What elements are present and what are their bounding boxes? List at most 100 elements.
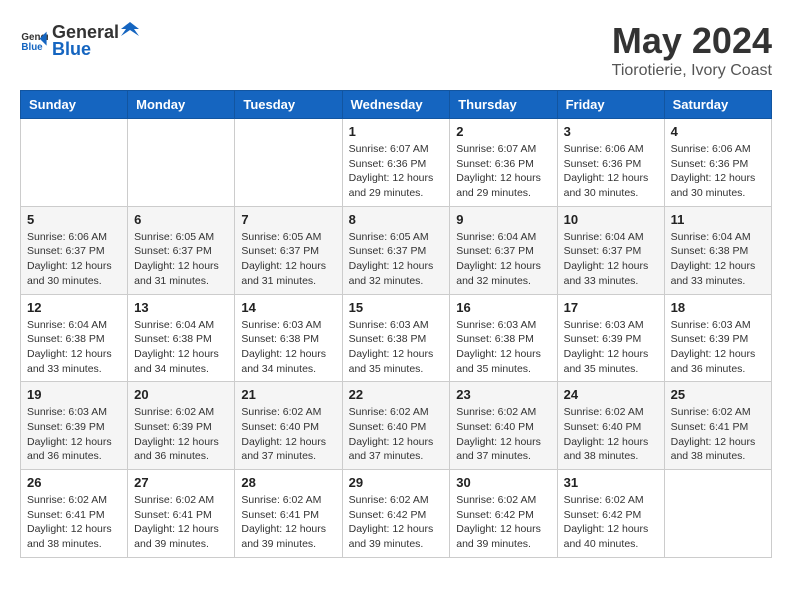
cell-info: Sunrise: 6:04 AMSunset: 6:37 PMDaylight:… [564, 230, 658, 289]
day-number: 11 [671, 212, 765, 227]
cell-info: Sunrise: 6:02 AMSunset: 6:40 PMDaylight:… [241, 405, 335, 464]
day-number: 22 [349, 387, 444, 402]
day-number: 13 [134, 300, 228, 315]
header-tuesday: Tuesday [235, 91, 342, 119]
cell-info: Sunrise: 6:06 AMSunset: 6:36 PMDaylight:… [564, 142, 658, 201]
table-row: 17 Sunrise: 6:03 AMSunset: 6:39 PMDaylig… [557, 294, 664, 382]
table-row: 25 Sunrise: 6:02 AMSunset: 6:41 PMDaylig… [664, 382, 771, 470]
table-row: 23 Sunrise: 6:02 AMSunset: 6:40 PMDaylig… [450, 382, 557, 470]
table-row [128, 119, 235, 207]
cell-info: Sunrise: 6:05 AMSunset: 6:37 PMDaylight:… [134, 230, 228, 289]
table-row: 20 Sunrise: 6:02 AMSunset: 6:39 PMDaylig… [128, 382, 235, 470]
table-row: 5 Sunrise: 6:06 AMSunset: 6:37 PMDayligh… [21, 206, 128, 294]
cell-info: Sunrise: 6:05 AMSunset: 6:37 PMDaylight:… [241, 230, 335, 289]
cell-info: Sunrise: 6:02 AMSunset: 6:40 PMDaylight:… [349, 405, 444, 464]
day-number: 2 [456, 124, 550, 139]
day-number: 1 [349, 124, 444, 139]
table-row [664, 470, 771, 558]
cell-info: Sunrise: 6:02 AMSunset: 6:40 PMDaylight:… [456, 405, 550, 464]
day-number: 18 [671, 300, 765, 315]
table-row: 21 Sunrise: 6:02 AMSunset: 6:40 PMDaylig… [235, 382, 342, 470]
cell-info: Sunrise: 6:02 AMSunset: 6:40 PMDaylight:… [564, 405, 658, 464]
day-number: 27 [134, 475, 228, 490]
cell-info: Sunrise: 6:04 AMSunset: 6:38 PMDaylight:… [134, 318, 228, 377]
cell-info: Sunrise: 6:06 AMSunset: 6:37 PMDaylight:… [27, 230, 121, 289]
day-number: 30 [456, 475, 550, 490]
day-number: 26 [27, 475, 121, 490]
calendar-table: Sunday Monday Tuesday Wednesday Thursday… [20, 90, 772, 558]
day-number: 10 [564, 212, 658, 227]
calendar-week-row: 12 Sunrise: 6:04 AMSunset: 6:38 PMDaylig… [21, 294, 772, 382]
cell-info: Sunrise: 6:02 AMSunset: 6:41 PMDaylight:… [134, 493, 228, 552]
day-number: 15 [349, 300, 444, 315]
calendar-week-row: 5 Sunrise: 6:06 AMSunset: 6:37 PMDayligh… [21, 206, 772, 294]
cell-info: Sunrise: 6:02 AMSunset: 6:42 PMDaylight:… [564, 493, 658, 552]
table-row [21, 119, 128, 207]
table-row: 19 Sunrise: 6:03 AMSunset: 6:39 PMDaylig… [21, 382, 128, 470]
table-row: 18 Sunrise: 6:03 AMSunset: 6:39 PMDaylig… [664, 294, 771, 382]
table-row: 26 Sunrise: 6:02 AMSunset: 6:41 PMDaylig… [21, 470, 128, 558]
table-row: 15 Sunrise: 6:03 AMSunset: 6:38 PMDaylig… [342, 294, 450, 382]
header-saturday: Saturday [664, 91, 771, 119]
day-number: 6 [134, 212, 228, 227]
cell-info: Sunrise: 6:02 AMSunset: 6:41 PMDaylight:… [241, 493, 335, 552]
cell-info: Sunrise: 6:05 AMSunset: 6:37 PMDaylight:… [349, 230, 444, 289]
cell-info: Sunrise: 6:06 AMSunset: 6:36 PMDaylight:… [671, 142, 765, 201]
calendar-header-row: Sunday Monday Tuesday Wednesday Thursday… [21, 91, 772, 119]
day-number: 8 [349, 212, 444, 227]
cell-info: Sunrise: 6:07 AMSunset: 6:36 PMDaylight:… [456, 142, 550, 201]
day-number: 3 [564, 124, 658, 139]
page-header: General Blue General Blue May 2024 Tioro… [20, 20, 772, 80]
header-wednesday: Wednesday [342, 91, 450, 119]
day-number: 29 [349, 475, 444, 490]
month-title: May 2024 [612, 20, 772, 62]
table-row: 27 Sunrise: 6:02 AMSunset: 6:41 PMDaylig… [128, 470, 235, 558]
logo-icon: General Blue [20, 26, 48, 54]
cell-info: Sunrise: 6:03 AMSunset: 6:38 PMDaylight:… [456, 318, 550, 377]
header-sunday: Sunday [21, 91, 128, 119]
table-row: 16 Sunrise: 6:03 AMSunset: 6:38 PMDaylig… [450, 294, 557, 382]
cell-info: Sunrise: 6:04 AMSunset: 6:37 PMDaylight:… [456, 230, 550, 289]
table-row: 2 Sunrise: 6:07 AMSunset: 6:36 PMDayligh… [450, 119, 557, 207]
location-title: Tiorotierie, Ivory Coast [612, 62, 772, 80]
title-area: May 2024 Tiorotierie, Ivory Coast [612, 20, 772, 80]
cell-info: Sunrise: 6:03 AMSunset: 6:38 PMDaylight:… [241, 318, 335, 377]
table-row: 7 Sunrise: 6:05 AMSunset: 6:37 PMDayligh… [235, 206, 342, 294]
table-row: 1 Sunrise: 6:07 AMSunset: 6:36 PMDayligh… [342, 119, 450, 207]
day-number: 4 [671, 124, 765, 139]
table-row [235, 119, 342, 207]
day-number: 23 [456, 387, 550, 402]
day-number: 17 [564, 300, 658, 315]
cell-info: Sunrise: 6:07 AMSunset: 6:36 PMDaylight:… [349, 142, 444, 201]
day-number: 5 [27, 212, 121, 227]
day-number: 24 [564, 387, 658, 402]
day-number: 9 [456, 212, 550, 227]
cell-info: Sunrise: 6:02 AMSunset: 6:42 PMDaylight:… [456, 493, 550, 552]
table-row: 29 Sunrise: 6:02 AMSunset: 6:42 PMDaylig… [342, 470, 450, 558]
table-row: 22 Sunrise: 6:02 AMSunset: 6:40 PMDaylig… [342, 382, 450, 470]
cell-info: Sunrise: 6:03 AMSunset: 6:38 PMDaylight:… [349, 318, 444, 377]
table-row: 24 Sunrise: 6:02 AMSunset: 6:40 PMDaylig… [557, 382, 664, 470]
table-row: 11 Sunrise: 6:04 AMSunset: 6:38 PMDaylig… [664, 206, 771, 294]
logo-bird-icon [121, 20, 139, 38]
header-friday: Friday [557, 91, 664, 119]
cell-info: Sunrise: 6:02 AMSunset: 6:41 PMDaylight:… [27, 493, 121, 552]
header-thursday: Thursday [450, 91, 557, 119]
calendar-week-row: 26 Sunrise: 6:02 AMSunset: 6:41 PMDaylig… [21, 470, 772, 558]
table-row: 8 Sunrise: 6:05 AMSunset: 6:37 PMDayligh… [342, 206, 450, 294]
cell-info: Sunrise: 6:03 AMSunset: 6:39 PMDaylight:… [27, 405, 121, 464]
cell-info: Sunrise: 6:03 AMSunset: 6:39 PMDaylight:… [671, 318, 765, 377]
table-row: 4 Sunrise: 6:06 AMSunset: 6:36 PMDayligh… [664, 119, 771, 207]
day-number: 21 [241, 387, 335, 402]
table-row: 12 Sunrise: 6:04 AMSunset: 6:38 PMDaylig… [21, 294, 128, 382]
calendar-week-row: 19 Sunrise: 6:03 AMSunset: 6:39 PMDaylig… [21, 382, 772, 470]
table-row: 10 Sunrise: 6:04 AMSunset: 6:37 PMDaylig… [557, 206, 664, 294]
logo: General Blue General Blue [20, 20, 141, 60]
calendar-week-row: 1 Sunrise: 6:07 AMSunset: 6:36 PMDayligh… [21, 119, 772, 207]
day-number: 14 [241, 300, 335, 315]
day-number: 12 [27, 300, 121, 315]
day-number: 20 [134, 387, 228, 402]
day-number: 16 [456, 300, 550, 315]
cell-info: Sunrise: 6:02 AMSunset: 6:42 PMDaylight:… [349, 493, 444, 552]
table-row: 14 Sunrise: 6:03 AMSunset: 6:38 PMDaylig… [235, 294, 342, 382]
